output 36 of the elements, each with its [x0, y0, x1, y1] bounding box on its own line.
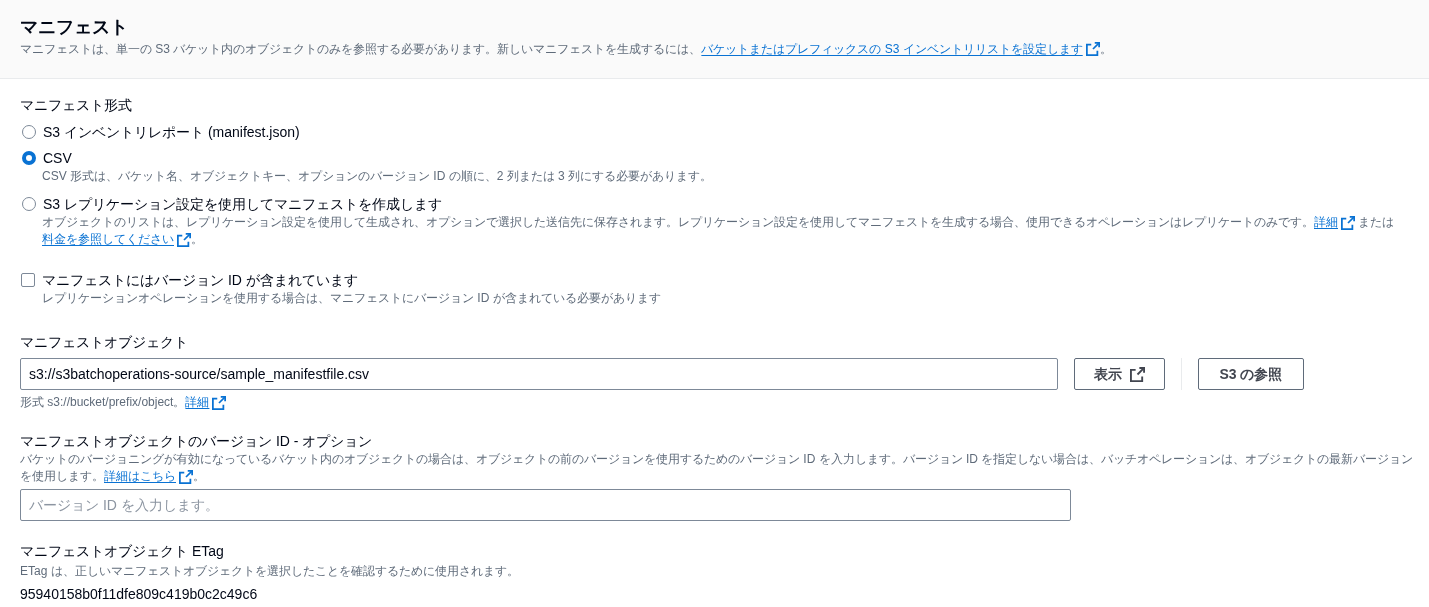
external-link-icon — [1130, 366, 1145, 382]
external-link-icon — [212, 395, 227, 410]
field-description: ETag は、正しいマニフェストオブジェクトを選択したことを確認するために使用されます。 — [20, 563, 520, 580]
external-link-icon — [177, 232, 191, 247]
text-input[interactable]: s3://s3batchoperations-source/sample_manifestfile.csv — [20, 358, 1058, 390]
radio-button[interactable] — [22, 125, 36, 139]
link[interactable]: 料金を参照してください — [42, 231, 191, 248]
etag-value: 95940158b0f11dfe809c419b0c2c49c6 — [20, 585, 259, 604]
checkbox[interactable] — [21, 273, 35, 287]
field-label: マニフェスト形式 — [20, 96, 133, 115]
field-label: マニフェストオブジェクト ETag — [20, 542, 225, 561]
browse-button[interactable]: S3 の参照 — [1198, 358, 1304, 390]
checkbox-description: レプリケーションオペレーションを使用する場合は、マニフェストにバージョン ID が含まれている必要があります — [41, 290, 662, 307]
link[interactable]: バケットまたはプレフィックスの S3 インベントリリストを設定します — [701, 39, 1100, 59]
link[interactable]: 詳細 — [185, 394, 227, 411]
help-text: 形式 s3://bucket/prefix/object。詳細 — [20, 394, 1421, 411]
radio-label[interactable]: S3 レプリケーション設定を使用してマニフェストを作成します — [43, 194, 442, 214]
field-description: バケットのバージョニングが有効になっているバケット内のオブジェクトの場合は、オブジェクトの前のバージョンを使用するためのバージョン ID を入力します。バージョン ID を指定しない場合は、バッチオペレーションは、オブジェクトの最新バージョンを使用します。詳細はこちら 。 — [20, 451, 1415, 485]
radio-label[interactable]: S3 インベントリレポート (manifest.json) — [43, 122, 300, 142]
external-link-icon — [1085, 42, 1100, 56]
header-description: マニフェストは、単一の S3 バケット内のオブジェクトのみを参照する必要があります。新しいマニフェストを生成するには、バケットまたはプレフィックスの S3 インベントリリストを設定します 。 — [20, 39, 1421, 59]
field-label: マニフェストオブジェクトのバージョン ID - オプション — [20, 432, 374, 451]
checkbox-label[interactable]: マニフェストにはバージョン ID が含まれています — [42, 270, 358, 290]
external-link-icon — [1341, 215, 1355, 230]
radio-button[interactable] — [22, 151, 36, 165]
link[interactable]: 詳細 — [1314, 214, 1355, 231]
option-description: CSV 形式は、バケット名、オブジェクトキー、オプションのバージョン ID の順に、2 列または 3 列にする必要があります。 — [41, 168, 714, 185]
text-input[interactable]: バージョン ID を入力します。 — [20, 489, 1071, 521]
section-title: マニフェスト — [20, 16, 129, 39]
link[interactable]: 詳細はこちら — [104, 468, 193, 485]
option-description: オブジェクトのリストは、レプリケーション設定を使用して生成され、オプションで選択した送信先に保存されます。レプリケーション設定を使用してマニフェストを生成する場合、使用できるオペレーションはレプリケートのみです。詳細 または 料金を参照してください 。 — [41, 214, 1396, 250]
field-label: マニフェストオブジェクト — [20, 333, 189, 352]
radio-button[interactable] — [22, 197, 36, 211]
view-button[interactable]: 表示 — [1074, 358, 1165, 390]
radio-label[interactable]: CSV — [43, 148, 72, 168]
external-link-icon — [179, 469, 193, 484]
